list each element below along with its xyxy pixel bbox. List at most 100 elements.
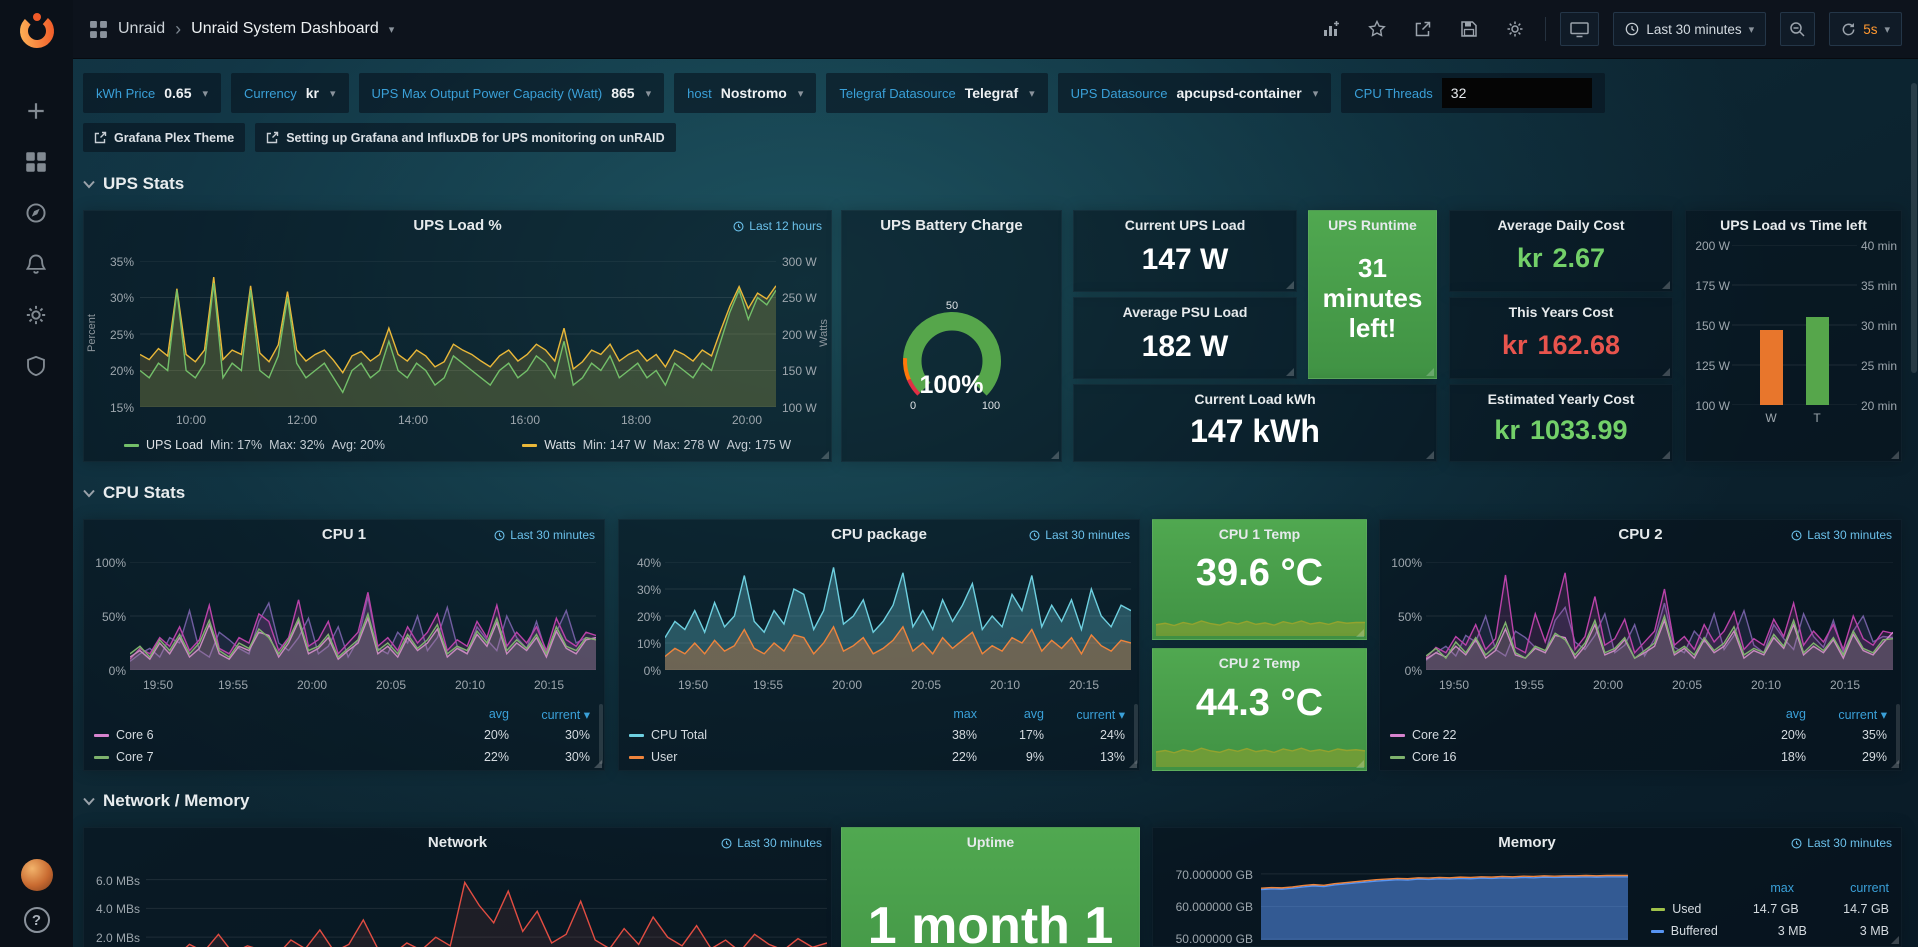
sidebar-item-configuration[interactable] (25, 304, 49, 328)
section-header-cpu-stats[interactable]: CPU Stats (83, 482, 185, 504)
legend-name[interactable]: Core 6 (116, 728, 154, 742)
legend-name[interactable]: UPS Load (146, 438, 203, 452)
refresh-picker[interactable]: 5s ▾ (1829, 12, 1902, 46)
legend-row[interactable]: Buffered 3 MB 3 MB (1651, 920, 1889, 942)
panel-title[interactable]: Average Daily Cost (1450, 217, 1672, 233)
variable-ups-max-output[interactable]: UPS Max Output Power Capacity (Watt) 865… (359, 73, 665, 113)
memory-graph[interactable] (1261, 868, 1628, 940)
legend-row[interactable]: Core 22 20% 35% (1390, 724, 1887, 746)
grafana-logo[interactable] (16, 10, 58, 52)
legend-name[interactable]: Watts (544, 438, 575, 452)
dashboard-scrollbar[interactable] (1911, 83, 1917, 373)
breadcrumb-title[interactable]: Unraid System Dashboard (191, 20, 379, 38)
legend-row[interactable]: CPU Total 38% 17% 24% (629, 724, 1125, 746)
panel-title[interactable]: UPS Runtime (1309, 217, 1436, 233)
caret-down-icon[interactable]: ▾ (330, 87, 336, 100)
legend-header-current[interactable]: current ▾ (1813, 707, 1887, 722)
panel-title[interactable]: UPS Load vs Time left (1686, 217, 1901, 233)
caret-down-icon[interactable]: ▾ (1029, 87, 1035, 100)
variable-host[interactable]: host Nostromo ▾ (674, 73, 816, 113)
network-graph[interactable] (146, 858, 827, 947)
cpu1-graph[interactable] (130, 562, 596, 670)
help-icon[interactable]: ? (24, 907, 50, 933)
bar-ups-load-watts[interactable] (1760, 330, 1783, 405)
variable-value[interactable]: 0.65 (164, 85, 191, 101)
user-avatar[interactable] (21, 859, 53, 891)
legend-header-avg[interactable]: avg (984, 707, 1044, 721)
panel-title[interactable]: Average PSU Load (1074, 304, 1296, 320)
caret-down-icon[interactable]: ▾ (389, 23, 395, 36)
panel-title[interactable]: Estimated Yearly Cost (1450, 391, 1672, 407)
legend-header-current[interactable]: current ▾ (516, 707, 590, 722)
legend-scrollbar[interactable] (599, 704, 603, 764)
bar-time-left[interactable] (1806, 317, 1829, 405)
legend-header-max[interactable]: max (1706, 881, 1794, 895)
variable-value[interactable]: Telegraf (965, 85, 1018, 101)
sidebar-item-alerting[interactable] (25, 253, 49, 277)
caret-down-icon[interactable]: ▾ (202, 87, 208, 100)
panel-title[interactable]: Memory (1153, 834, 1901, 851)
sidebar-item-explore[interactable] (25, 202, 49, 226)
cpu-threads-input[interactable] (1442, 78, 1592, 108)
legend-scrollbar[interactable] (1134, 704, 1138, 764)
legend-name[interactable]: Used (1672, 902, 1701, 916)
legend-name[interactable]: CPU Total (651, 728, 707, 742)
zoom-out-button[interactable] (1780, 12, 1815, 46)
panel-title[interactable]: CPU 1 Temp (1153, 526, 1366, 542)
share-button[interactable] (1407, 13, 1439, 45)
panel-title[interactable]: This Years Cost (1450, 304, 1672, 320)
time-range-picker[interactable]: Last 30 minutes ▾ (1613, 12, 1766, 46)
legend-row[interactable]: Core 6 20% 30% (94, 724, 590, 746)
legend-name[interactable]: Core 7 (116, 750, 154, 764)
variable-kwh-price[interactable]: kWh Price 0.65 ▾ (83, 73, 221, 113)
link-grafana-plex-theme[interactable]: Grafana Plex Theme (83, 123, 245, 152)
panel-title[interactable]: Current UPS Load (1074, 217, 1296, 233)
variable-value[interactable]: kr (306, 85, 319, 101)
legend-scrollbar[interactable] (1896, 704, 1900, 764)
variable-value[interactable]: apcupsd-container (1177, 85, 1302, 101)
legend-row[interactable]: Core 7 22% 30% (94, 746, 590, 768)
add-panel-button[interactable] (1315, 13, 1347, 45)
ups-load-graph[interactable] (140, 261, 776, 407)
variable-currency[interactable]: Currency kr ▾ (231, 73, 349, 113)
cpu-package-graph[interactable] (665, 562, 1131, 670)
legend-header-avg[interactable]: avg (445, 707, 509, 721)
star-button[interactable] (1361, 13, 1393, 45)
variable-ups-datasource[interactable]: UPS Datasource apcupsd-container ▾ (1058, 73, 1332, 113)
caret-down-icon[interactable]: ▾ (1313, 87, 1319, 100)
legend-name[interactable]: Core 16 (1412, 750, 1456, 764)
save-button[interactable] (1453, 13, 1485, 45)
legend-row[interactable]: Used 14.7 GB 14.7 GB (1651, 898, 1889, 920)
panel-title[interactable]: Uptime (842, 834, 1139, 850)
legend-item-ups-load[interactable]: UPS Load Min: 17% Max: 32% Avg: 20% (124, 438, 385, 452)
panel-title[interactable]: Current Load kWh (1074, 391, 1436, 407)
panel-title[interactable]: CPU 2 Temp (1153, 655, 1366, 671)
variable-telegraf-datasource[interactable]: Telegraf Datasource Telegraf ▾ (826, 73, 1047, 113)
panel-title[interactable]: Network (84, 834, 831, 851)
panel-title[interactable]: UPS Load % (84, 217, 831, 234)
dashboard-settings-button[interactable] (1499, 13, 1531, 45)
legend-name[interactable]: Core 22 (1412, 728, 1456, 742)
caret-down-icon[interactable]: ▾ (646, 87, 652, 100)
breadcrumb-folder[interactable]: Unraid (118, 20, 165, 38)
cycle-view-button[interactable] (1560, 12, 1599, 46)
legend-header-avg[interactable]: avg (1742, 707, 1806, 721)
legend-name[interactable]: User (651, 750, 677, 764)
legend-name[interactable]: Buffered (1671, 924, 1718, 938)
legend-row[interactable]: Core 16 18% 29% (1390, 746, 1887, 768)
legend-header-current[interactable]: current ▾ (1051, 707, 1125, 722)
caret-down-icon[interactable]: ▾ (798, 87, 804, 100)
section-header-network-memory[interactable]: Network / Memory (83, 790, 249, 812)
sidebar-item-server-admin[interactable] (25, 355, 49, 379)
sidebar-item-dashboards[interactable] (25, 151, 49, 175)
section-header-ups-stats[interactable]: UPS Stats (83, 173, 184, 195)
panel-title[interactable]: UPS Battery Charge (842, 217, 1061, 234)
cpu2-graph[interactable] (1426, 562, 1893, 670)
variable-value[interactable]: Nostromo (721, 85, 787, 101)
legend-item-watts[interactable]: Watts Min: 147 W Max: 278 W Avg: 175 W (522, 438, 791, 452)
legend-header-current[interactable]: current (1801, 881, 1889, 895)
link-ups-monitoring-guide[interactable]: Setting up Grafana and InfluxDB for UPS … (255, 123, 675, 152)
legend-row[interactable]: User 22% 9% 13% (629, 746, 1125, 768)
variable-value[interactable]: 865 (611, 85, 634, 101)
sidebar-item-create[interactable] (25, 100, 49, 124)
